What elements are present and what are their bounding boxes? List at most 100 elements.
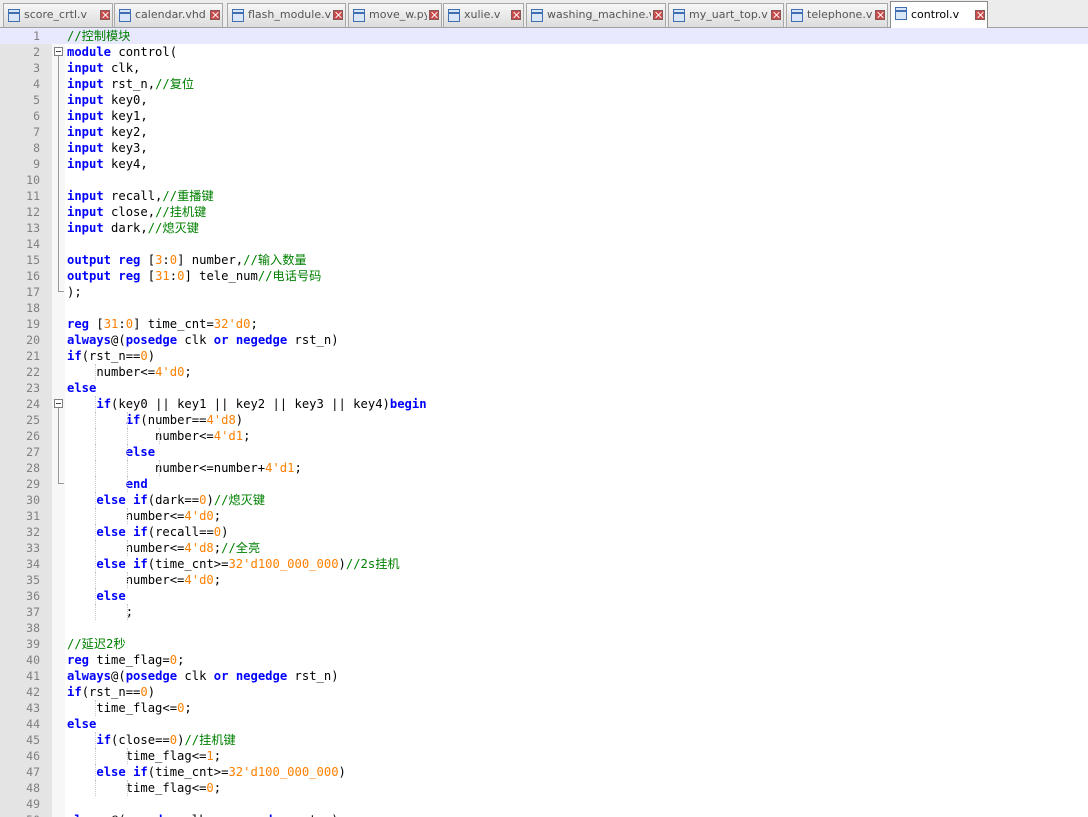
code-line[interactable]: 45 if(close==0)//挂机键 xyxy=(0,732,1088,748)
code-line[interactable]: 25 if(number==4'd8) xyxy=(0,412,1088,428)
tab-file-1[interactable]: calendar.vhd xyxy=(114,3,223,27)
code-line[interactable]: 3 input clk, xyxy=(0,60,1088,76)
code-line[interactable]: 44 else xyxy=(0,716,1088,732)
code-line[interactable]: 23 else xyxy=(0,380,1088,396)
line-number: 2 xyxy=(33,45,40,59)
keyword-token: negedge xyxy=(236,813,287,817)
close-tab-icon[interactable] xyxy=(333,10,343,20)
code-editor[interactable]: 1 //控制模块 2 module control(3 input clk, 4 input… xyxy=(0,28,1088,817)
code-line[interactable]: 39 //延迟2秒 xyxy=(0,636,1088,652)
keyword-token: or xyxy=(213,669,229,683)
tab-label: flash_module.v xyxy=(248,8,331,21)
code-line[interactable]: 19 reg [31:0] time_cnt=32'd0; xyxy=(0,316,1088,332)
code-text: input key1, xyxy=(67,108,148,124)
close-tab-icon[interactable] xyxy=(653,10,663,20)
code-line[interactable]: 15 output reg [3:0] number,//输入数量 xyxy=(0,252,1088,268)
keyword-token: module xyxy=(67,45,112,59)
code-text: reg [31:0] time_cnt=32'd0; xyxy=(67,316,258,332)
code-line[interactable]: 5 input key0, xyxy=(0,92,1088,108)
code-line[interactable]: 42 if(rst_n==0) xyxy=(0,684,1088,700)
code-line[interactable]: 49 xyxy=(0,796,1088,812)
code-token: (time_cnt>= xyxy=(147,765,229,779)
code-line[interactable]: 40 reg time_flag=0; xyxy=(0,652,1088,668)
code-line[interactable]: 17); xyxy=(0,284,1088,300)
code-line[interactable]: 10 xyxy=(0,172,1088,188)
code-text: number<=4'd0; xyxy=(67,364,191,380)
code-line[interactable]: 34 else if(time_cnt>=32'd100_000_000)//2… xyxy=(0,556,1088,572)
close-tab-icon[interactable] xyxy=(511,10,521,20)
tab-file-3[interactable]: move_w.py xyxy=(348,3,442,27)
line-number: 29 xyxy=(26,477,40,491)
code-line[interactable]: 4 input rst_n,//复位 xyxy=(0,76,1088,92)
number-token: 4'd0 xyxy=(184,573,214,587)
indent-guide xyxy=(127,460,128,476)
code-line[interactable]: 6 input key1, xyxy=(0,108,1088,124)
code-line[interactable]: 32 else if(recall==0) xyxy=(0,524,1088,540)
code-line[interactable]: 50 always@(posedge clk or negedge rst_n) xyxy=(0,812,1088,817)
code-line[interactable]: 11 input recall,//重播键 xyxy=(0,188,1088,204)
code-line[interactable]: 46 time_flag<=1; xyxy=(0,748,1088,764)
code-line[interactable]: 2 module control( xyxy=(0,44,1088,60)
code-line[interactable]: 30 else if(dark==0)//熄灭键 xyxy=(0,492,1088,508)
code-line[interactable]: 1 //控制模块 xyxy=(0,28,1088,44)
code-line[interactable]: 13 input dark,//熄灭键 xyxy=(0,220,1088,236)
code-token: (time_cnt>= xyxy=(147,557,229,571)
code-line[interactable]: 21 if(rst_n==0) xyxy=(0,348,1088,364)
code-line[interactable]: 26 number<=4'd1; xyxy=(0,428,1088,444)
tab-file-7[interactable]: telephone.v xyxy=(786,3,888,27)
code-line[interactable]: 47 else if(time_cnt>=32'd100_000_000) xyxy=(0,764,1088,780)
code-line[interactable]: 31 number<=4'd0; xyxy=(0,508,1088,524)
code-line[interactable]: 37 ; xyxy=(0,604,1088,620)
code-line[interactable]: 14 xyxy=(0,236,1088,252)
code-token: ; xyxy=(250,317,258,331)
code-text: else xyxy=(67,380,96,396)
keyword-token: if xyxy=(133,557,148,571)
fold-collapse-icon[interactable] xyxy=(54,399,63,408)
code-line[interactable]: 36 else xyxy=(0,588,1088,604)
line-number: 5 xyxy=(33,93,40,107)
code-line[interactable]: 9 input key4, xyxy=(0,156,1088,172)
comment-token: //延迟2秒 xyxy=(67,637,126,651)
code-line[interactable]: 38 xyxy=(0,620,1088,636)
code-line[interactable]: 20 always@(posedge clk or negedge rst_n) xyxy=(0,332,1088,348)
code-token: time_flag<= xyxy=(67,701,178,715)
tab-file-8[interactable]: control.v xyxy=(890,1,988,28)
close-tab-icon[interactable] xyxy=(210,10,220,20)
close-tab-icon[interactable] xyxy=(771,10,781,20)
code-line[interactable]: 28 number<=number+4'd1; xyxy=(0,460,1088,476)
code-line[interactable]: 12 input close,//挂机键 xyxy=(0,204,1088,220)
close-tab-icon[interactable] xyxy=(429,10,439,20)
code-line[interactable]: 43 time_flag<=0; xyxy=(0,700,1088,716)
code-line[interactable]: 24 if(key0 || key1 || key2 || key3 || ke… xyxy=(0,396,1088,412)
tab-file-4[interactable]: xulie.v xyxy=(443,3,524,27)
line-number: 24 xyxy=(26,397,40,411)
close-tab-icon[interactable] xyxy=(975,10,985,20)
code-text: module control( xyxy=(67,44,177,60)
code-line[interactable]: 18 xyxy=(0,300,1088,316)
close-tab-icon[interactable] xyxy=(875,10,885,20)
number-token: 0 xyxy=(169,253,178,267)
code-line[interactable]: 33 number<=4'd8;//全亮 xyxy=(0,540,1088,556)
tab-file-6[interactable]: my_uart_top.v xyxy=(668,3,784,27)
code-token: ) xyxy=(235,413,244,427)
code-line[interactable]: 7 input key2, xyxy=(0,124,1088,140)
code-line[interactable]: 27 else xyxy=(0,444,1088,460)
line-number: 35 xyxy=(26,573,40,587)
tab-file-5[interactable]: washing_machine.v xyxy=(526,3,666,27)
close-tab-icon[interactable] xyxy=(100,10,110,20)
code-line[interactable]: 22 number<=4'd0; xyxy=(0,364,1088,380)
code-line[interactable]: 16 output reg [31:0] tele_num//电话号码 xyxy=(0,268,1088,284)
keyword-token: negedge xyxy=(235,669,288,683)
code-line[interactable]: 35 number<=4'd0; xyxy=(0,572,1088,588)
code-line[interactable]: 29 end xyxy=(0,476,1088,492)
number-token: 0 xyxy=(125,317,134,331)
tab-file-0[interactable]: score_crtl.v xyxy=(3,3,113,27)
indent-guide xyxy=(95,524,96,540)
code-line[interactable]: 48 time_flag<=0; xyxy=(0,780,1088,796)
code-line[interactable]: 8 input key3, xyxy=(0,140,1088,156)
file-icon xyxy=(673,9,685,22)
fold-collapse-icon[interactable] xyxy=(54,47,63,56)
tab-file-2[interactable]: flash_module.v xyxy=(227,3,346,27)
code-line[interactable]: 41 always@(posedge clk or negedge rst_n) xyxy=(0,668,1088,684)
